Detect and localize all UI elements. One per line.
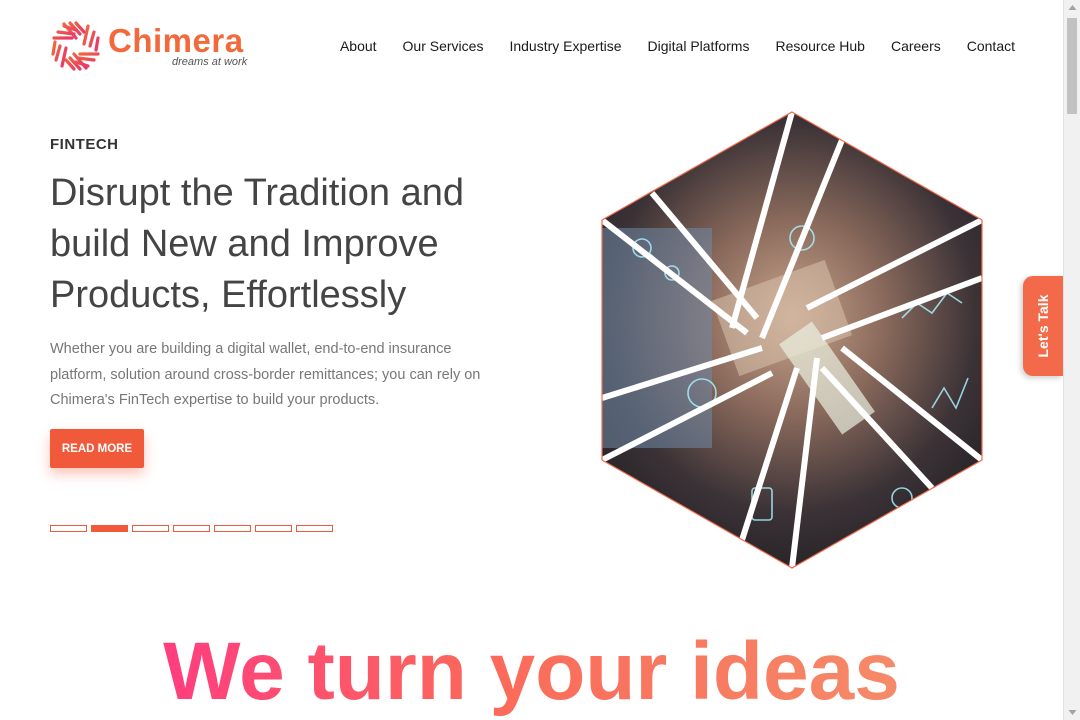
- slider-pagination: [50, 525, 333, 532]
- scroll-down-arrow-icon[interactable]: [1064, 703, 1080, 720]
- nav-item-contact[interactable]: Contact: [967, 38, 1015, 54]
- nav-item-resource-hub[interactable]: Resource Hub: [775, 38, 865, 54]
- slider-dot[interactable]: [91, 525, 128, 532]
- scrollbar-thumb[interactable]: [1067, 18, 1077, 114]
- main-nav: About Our Services Industry Expertise Di…: [314, 38, 1015, 54]
- slider-dot[interactable]: [296, 525, 333, 532]
- nav-item-careers[interactable]: Careers: [891, 38, 941, 54]
- brand-name: Chimera: [108, 22, 244, 59]
- fintech-hero-image: [600, 111, 984, 569]
- section-title: We turn your ideas: [0, 622, 1063, 720]
- hero-headline: Disrupt the Tradition and build New and …: [50, 172, 465, 316]
- brand-tagline: dreams at work: [172, 56, 248, 68]
- nav-item-our-services[interactable]: Our Services: [403, 38, 484, 54]
- read-more-button[interactable]: READ MORE: [50, 429, 144, 468]
- scroll-up-arrow-icon[interactable]: [1064, 0, 1080, 17]
- slider-dot[interactable]: [132, 525, 169, 532]
- lets-talk-label: Let's Talk: [1035, 294, 1051, 358]
- page-scrollbar[interactable]: [1063, 0, 1080, 720]
- nav-item-industry-expertise[interactable]: Industry Expertise: [509, 38, 621, 54]
- slider-dot[interactable]: [173, 525, 210, 532]
- chimera-logo-icon: [51, 21, 100, 71]
- slider-dot[interactable]: [255, 525, 292, 532]
- lets-talk-tab[interactable]: Let's Talk: [1023, 276, 1063, 376]
- hero-description: Whether you are building a digital walle…: [50, 341, 481, 408]
- slider-dot[interactable]: [214, 525, 251, 532]
- section-title-text: We turn your ideas: [163, 626, 900, 717]
- hero-kicker: FINTECH: [50, 136, 119, 153]
- nav-item-digital-platforms[interactable]: Digital Platforms: [648, 38, 750, 54]
- slider-dot[interactable]: [50, 525, 87, 532]
- nav-item-about[interactable]: About: [340, 38, 377, 54]
- brand-logo[interactable]: Chimera dreams at work: [50, 20, 250, 72]
- page: Chimera dreams at work About Our Service…: [0, 0, 1063, 720]
